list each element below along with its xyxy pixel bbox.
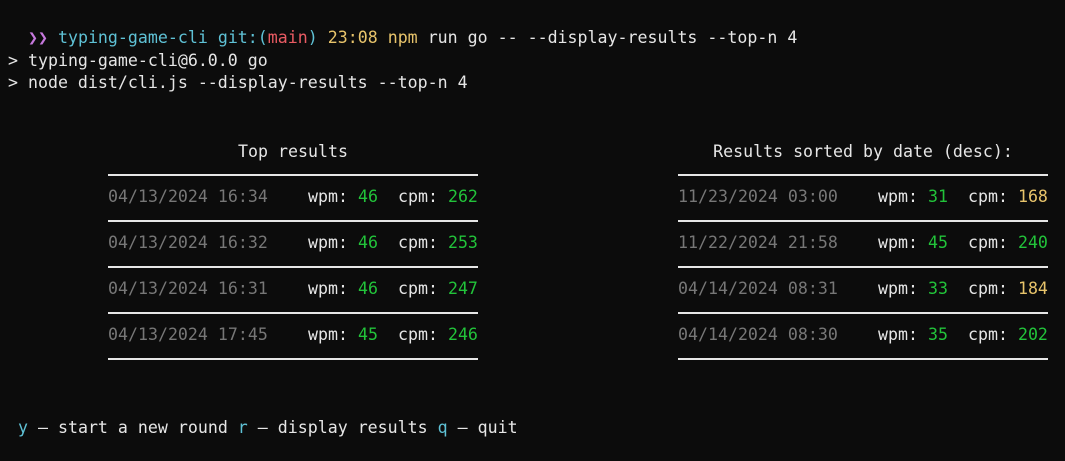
cpm-value: 184 — [1017, 279, 1048, 298]
shell-prompt: ❯❯ typing-game-cli git:(main) 23:08 npm … — [8, 3, 797, 47]
prompt-directory: typing-game-cli — [57, 28, 208, 47]
result-wpm: wpm: 45 — [878, 231, 948, 254]
key-y-hint[interactable]: y — [18, 418, 28, 437]
result-cpm: cpm: 247 — [398, 277, 478, 300]
row-separator — [108, 220, 478, 222]
result-cpm: cpm: 184 — [968, 277, 1048, 300]
wpm-value: 46 — [357, 279, 378, 298]
result-wpm: wpm: 46 — [308, 185, 378, 208]
result-wpm: wpm: 45 — [308, 323, 378, 346]
wpm-value: 35 — [927, 325, 948, 344]
wpm-label: wpm: — [878, 325, 928, 344]
cpm-value: 246 — [447, 325, 478, 344]
cpm-value: 240 — [1017, 233, 1048, 252]
command-args: run go -- --display-results --top-n 4 — [427, 28, 798, 47]
date-results-panel: Results sorted by date (desc): 11/23/202… — [678, 140, 1048, 360]
cpm-label: cpm: — [398, 279, 448, 298]
row-separator — [108, 358, 478, 360]
prompt-arrow-icon: ❯❯ — [27, 28, 48, 47]
cpm-label: cpm: — [968, 325, 1018, 344]
cpm-label: cpm: — [398, 187, 448, 206]
row-separator — [678, 220, 1048, 222]
cpm-value: 168 — [1017, 187, 1048, 206]
wpm-label: wpm: — [308, 325, 358, 344]
key-q-hint[interactable]: q — [438, 418, 448, 437]
wpm-value: 46 — [357, 233, 378, 252]
key-r-hint[interactable]: r — [238, 418, 248, 437]
result-date: 11/23/2024 03:00 — [678, 187, 838, 206]
result-wpm: wpm: 35 — [878, 323, 948, 346]
result-row: 11/23/2024 03:00 wpm: 31 cpm: 168 — [678, 185, 1048, 208]
cpm-label: cpm: — [968, 279, 1018, 298]
top-results-title: Top results — [238, 142, 348, 161]
cpm-label: cpm: — [968, 233, 1018, 252]
top-results-panel: Top results 04/13/2024 16:34 wpm: 46 cpm: … — [108, 140, 478, 360]
result-date: 11/22/2024 21:58 — [678, 233, 838, 252]
command-name: npm — [387, 28, 418, 47]
wpm-value: 45 — [927, 233, 948, 252]
wpm-label: wpm: — [878, 233, 928, 252]
result-cpm: cpm: 262 — [398, 185, 478, 208]
result-row: 04/13/2024 17:45 wpm: 45 cpm: 246 — [108, 323, 478, 346]
wpm-label: wpm: — [308, 279, 358, 298]
result-wpm: wpm: 33 — [878, 277, 948, 300]
result-row: 04/13/2024 16:34 wpm: 46 cpm: 262 — [108, 185, 478, 208]
key-hints: y – start a new round r – display result… — [18, 416, 518, 439]
key-r-label: – display results — [247, 418, 438, 437]
row-separator — [678, 358, 1048, 360]
result-date: 04/14/2024 08:30 — [678, 325, 838, 344]
result-row: 04/14/2024 08:30 wpm: 35 cpm: 202 — [678, 323, 1048, 346]
row-separator — [678, 266, 1048, 268]
wpm-label: wpm: — [308, 233, 358, 252]
result-date: 04/13/2024 16:31 — [108, 279, 268, 298]
prompt-time: 23:08 — [327, 28, 378, 47]
prompt-git-suffix: ) — [307, 28, 318, 47]
cpm-value: 253 — [447, 233, 478, 252]
row-separator — [678, 312, 1048, 314]
result-wpm: wpm: 31 — [878, 185, 948, 208]
result-cpm: cpm: 168 — [968, 185, 1048, 208]
script-output-line: > node dist/cli.js --display-results --t… — [8, 73, 468, 92]
prompt-git-branch: main — [267, 28, 308, 47]
result-date: 04/13/2024 16:34 — [108, 187, 268, 206]
key-y-label: – start a new round — [28, 418, 238, 437]
key-q-label: – quit — [447, 418, 518, 437]
row-separator — [108, 174, 478, 176]
cpm-label: cpm: — [968, 187, 1018, 206]
cpm-value: 247 — [447, 279, 478, 298]
date-results-title: Results sorted by date (desc): — [713, 142, 1013, 161]
result-row: 04/13/2024 16:32 wpm: 46 cpm: 253 — [108, 231, 478, 254]
wpm-value: 33 — [927, 279, 948, 298]
result-cpm: cpm: 202 — [968, 323, 1048, 346]
wpm-value: 45 — [357, 325, 378, 344]
wpm-value: 46 — [357, 187, 378, 206]
result-row: 11/22/2024 21:58 wpm: 45 cpm: 240 — [678, 231, 1048, 254]
wpm-label: wpm: — [308, 187, 358, 206]
result-wpm: wpm: 46 — [308, 277, 378, 300]
result-row: 04/13/2024 16:31 wpm: 46 cpm: 247 — [108, 277, 478, 300]
cpm-value: 202 — [1017, 325, 1048, 344]
row-separator — [108, 266, 478, 268]
script-output-line: > typing-game-cli@6.0.0 go — [8, 51, 268, 70]
cpm-label: cpm: — [398, 325, 448, 344]
cpm-label: cpm: — [398, 233, 448, 252]
wpm-value: 31 — [927, 187, 948, 206]
wpm-label: wpm: — [878, 279, 928, 298]
cpm-value: 262 — [447, 187, 478, 206]
result-date: 04/13/2024 17:45 — [108, 325, 268, 344]
result-wpm: wpm: 46 — [308, 231, 378, 254]
result-cpm: cpm: 246 — [398, 323, 478, 346]
prompt-git-prefix: git:( — [217, 28, 268, 47]
row-separator — [678, 174, 1048, 176]
result-cpm: cpm: 240 — [968, 231, 1048, 254]
result-date: 04/13/2024 16:32 — [108, 233, 268, 252]
wpm-label: wpm: — [878, 187, 928, 206]
result-date: 04/14/2024 08:31 — [678, 279, 838, 298]
result-cpm: cpm: 253 — [398, 231, 478, 254]
result-row: 04/14/2024 08:31 wpm: 33 cpm: 184 — [678, 277, 1048, 300]
row-separator — [108, 312, 478, 314]
